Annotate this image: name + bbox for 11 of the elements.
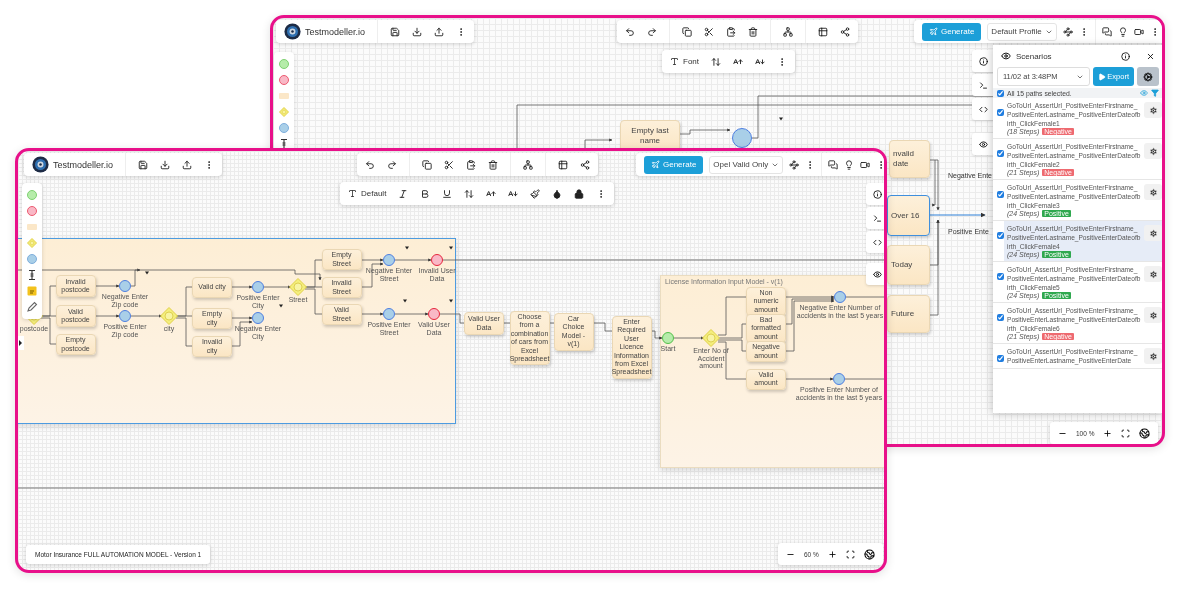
task-node: Future (887, 295, 930, 333)
task-node: Over 16 (887, 195, 930, 236)
task-node: nvalid date (889, 140, 930, 178)
font-select[interactable]: Default (348, 189, 387, 198)
profile-select[interactable]: Default Profile (987, 22, 1057, 41)
font-button[interactable]: Font (670, 57, 699, 66)
panel-title: Scenarios (1016, 51, 1053, 61)
brand-name: Testmodeller.io (305, 26, 366, 37)
profile-select[interactable]: Opel Valid Only (709, 155, 784, 174)
task-node: Today (887, 245, 930, 285)
brand-name: Testmodeller.io (53, 159, 114, 170)
